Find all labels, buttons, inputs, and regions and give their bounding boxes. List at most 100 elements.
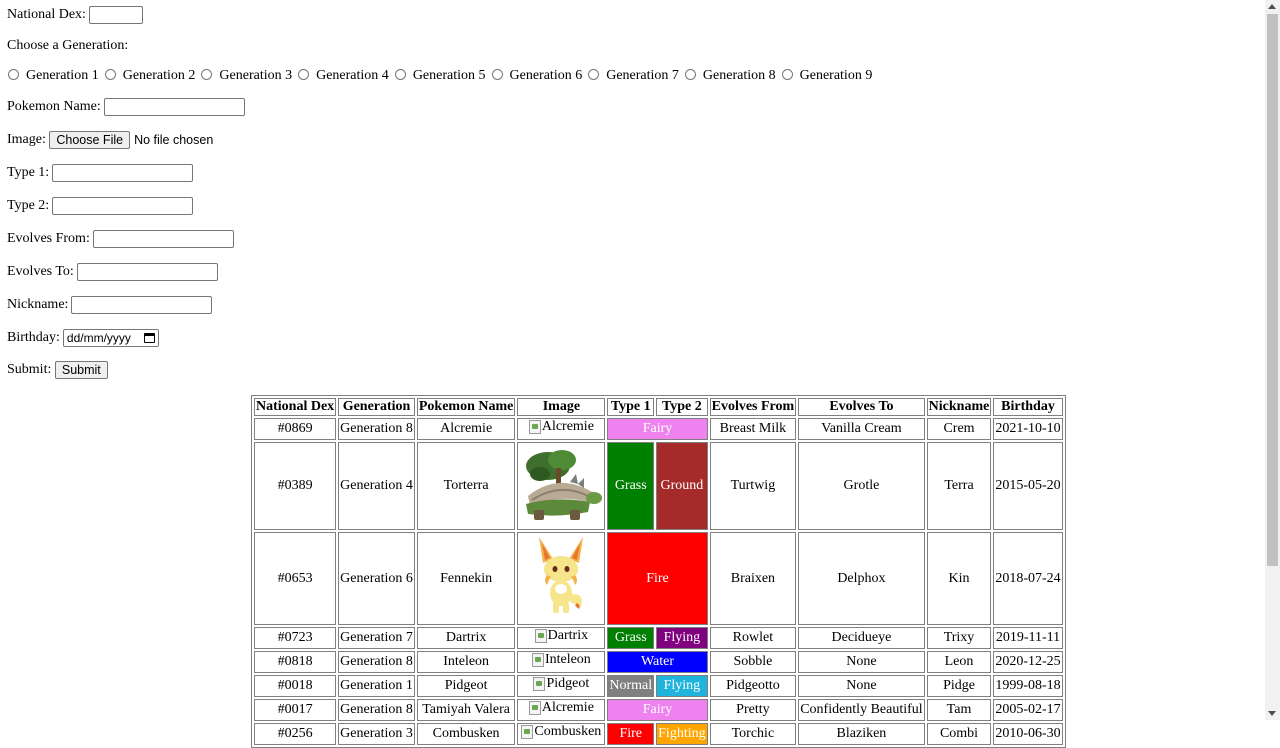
table-row: #0017 Generation 8 Tamiyah Valera Alcremie F… xyxy=(254,699,1063,721)
evolves-from-cell: Turtwig xyxy=(709,442,797,530)
evolves-to-cell: Vanilla Cream xyxy=(798,418,925,440)
evolves-to-cell: Decidueye xyxy=(798,627,925,649)
generation-6-radio[interactable] xyxy=(491,68,503,80)
evolves-from-cell: Pretty xyxy=(709,699,797,721)
generation-2-radio[interactable] xyxy=(104,68,116,80)
evolves-from-cell: Breast Milk xyxy=(709,418,797,440)
birthday-cell: 2005-02-17 xyxy=(993,699,1063,721)
evolves-to-cell: None xyxy=(798,675,925,697)
evolves-from-input[interactable] xyxy=(92,230,234,248)
evolves-to-cell: Confidently Beautiful xyxy=(798,699,925,721)
birthday-cell: 2015-05-20 xyxy=(993,442,1063,530)
generation-cell: Generation 6 xyxy=(338,532,415,625)
broken-image: Inteleon xyxy=(531,652,591,668)
type1-input[interactable] xyxy=(52,164,194,182)
national-dex-cell: #0723 xyxy=(254,627,337,649)
type1-cell: Grass xyxy=(607,442,655,530)
submit-row: Submit: Submit xyxy=(7,361,108,379)
image-cell: Dartrix xyxy=(517,627,606,649)
table-row: #0818 Generation 8 Inteleon Inteleon Water So… xyxy=(254,651,1063,673)
type1-cell: Water xyxy=(607,651,708,673)
generation-7-label: Generation 7 xyxy=(606,68,679,83)
generation-cell: Generation 8 xyxy=(338,699,415,721)
birthday-placeholder: dd/mm/yyyy xyxy=(66,331,131,345)
broken-image-icon xyxy=(521,725,534,739)
generation-3-radio[interactable] xyxy=(201,68,213,80)
type1-label: Type 1: xyxy=(7,165,50,180)
calendar-icon[interactable] xyxy=(143,333,155,343)
evolves-to-label: Evolves To: xyxy=(7,264,74,279)
nickname-cell: Pidge xyxy=(926,675,992,697)
type1-cell: Fire xyxy=(607,723,655,745)
type1-cell: Normal xyxy=(607,675,655,697)
generation-prompt: Choose a Generation: xyxy=(7,38,129,53)
image-alt-text: Dartrix xyxy=(547,628,589,643)
table-header-row: National Dex Generation Pokemon Name Image T… xyxy=(254,398,1063,416)
broken-image-icon xyxy=(533,677,546,691)
vertical-scrollbar[interactable] xyxy=(1265,0,1280,720)
column-header: Birthday xyxy=(993,398,1063,416)
nickname-input[interactable] xyxy=(71,296,213,314)
evolves-from-label: Evolves From: xyxy=(7,231,90,246)
pokemon-name-cell: Pidgeot xyxy=(416,675,516,697)
image-cell xyxy=(517,442,606,530)
type1-cell: Grass xyxy=(607,627,655,649)
evolves-from-cell: Sobble xyxy=(709,651,797,673)
pokemon-name-cell: Torterra xyxy=(416,442,516,530)
generation-5-radio[interactable] xyxy=(394,68,406,80)
generation-cell: Generation 8 xyxy=(338,651,415,673)
table-row: #0389 Generation 4 Torterra Grass Ground Turt… xyxy=(254,442,1063,530)
scroll-down-arrow-icon[interactable] xyxy=(1268,711,1276,716)
table-row: #0256 Generation 3 Combusken Combusken Fire F… xyxy=(254,723,1063,745)
nickname-label: Nickname: xyxy=(7,297,69,312)
generation-9-radio[interactable] xyxy=(781,68,793,80)
generation-1-label: Generation 1 xyxy=(26,68,99,83)
image-cell: Alcremie xyxy=(517,699,606,721)
evolves-from-cell: Rowlet xyxy=(709,627,797,649)
image-cell xyxy=(517,532,606,625)
scroll-up-arrow-icon[interactable] xyxy=(1268,4,1276,9)
image-alt-text: Inteleon xyxy=(544,652,591,667)
submit-button[interactable]: Submit xyxy=(54,361,108,379)
column-header: Type 1 xyxy=(607,398,655,416)
type1-cell: Fairy xyxy=(607,699,708,721)
broken-image-icon xyxy=(531,653,544,667)
generation-cell: Generation 8 xyxy=(338,418,415,440)
image-cell: Inteleon xyxy=(517,651,606,673)
image-alt-text: Pidgeot xyxy=(546,676,590,691)
nickname-cell: Trixy xyxy=(926,627,992,649)
choose-file-button[interactable]: Choose File xyxy=(49,131,131,149)
birthday-cell: 2021-10-10 xyxy=(993,418,1063,440)
national-dex-input[interactable] xyxy=(88,6,143,24)
generation-4-radio[interactable] xyxy=(298,68,310,80)
generation-7-radio[interactable] xyxy=(588,68,600,80)
generation-3-label: Generation 3 xyxy=(219,68,293,83)
fennekin-sprite xyxy=(539,537,584,613)
type1-cell: Fire xyxy=(607,532,708,625)
evolves-to-row: Evolves To: xyxy=(7,263,218,281)
national-dex-cell: #0017 xyxy=(254,699,337,721)
birthday-label: Birthday: xyxy=(7,330,60,345)
generation-8-radio[interactable] xyxy=(684,68,696,80)
type2-input[interactable] xyxy=(52,197,194,215)
birthday-row: Birthday: dd/mm/yyyy xyxy=(7,329,159,347)
pokemon-name-cell: Alcremie xyxy=(416,418,516,440)
birthday-cell: 2018-07-24 xyxy=(993,532,1063,625)
broken-image-icon xyxy=(528,701,541,715)
birthday-date-input[interactable]: dd/mm/yyyy xyxy=(62,329,159,347)
generation-cell: Generation 7 xyxy=(338,627,415,649)
pokemon-name-input[interactable] xyxy=(103,98,245,116)
type2-cell: Fighting xyxy=(656,723,708,745)
evolves-to-input[interactable] xyxy=(76,263,218,281)
nickname-cell: Terra xyxy=(926,442,992,530)
generation-1-radio[interactable] xyxy=(8,68,19,80)
evolves-from-cell: Braixen xyxy=(709,532,797,625)
image-alt-text: Alcremie xyxy=(541,419,594,434)
scrollbar-thumb[interactable] xyxy=(1267,14,1278,566)
table-row: #0869 Generation 8 Alcremie Alcremie Fairy Br… xyxy=(254,418,1063,440)
pokemon-name-cell: Dartrix xyxy=(416,627,516,649)
type2-row: Type 2: xyxy=(7,197,194,215)
no-file-chosen-text: No file chosen xyxy=(134,133,214,147)
national-dex-cell: #0818 xyxy=(254,651,337,673)
column-header: Type 2 xyxy=(656,398,708,416)
